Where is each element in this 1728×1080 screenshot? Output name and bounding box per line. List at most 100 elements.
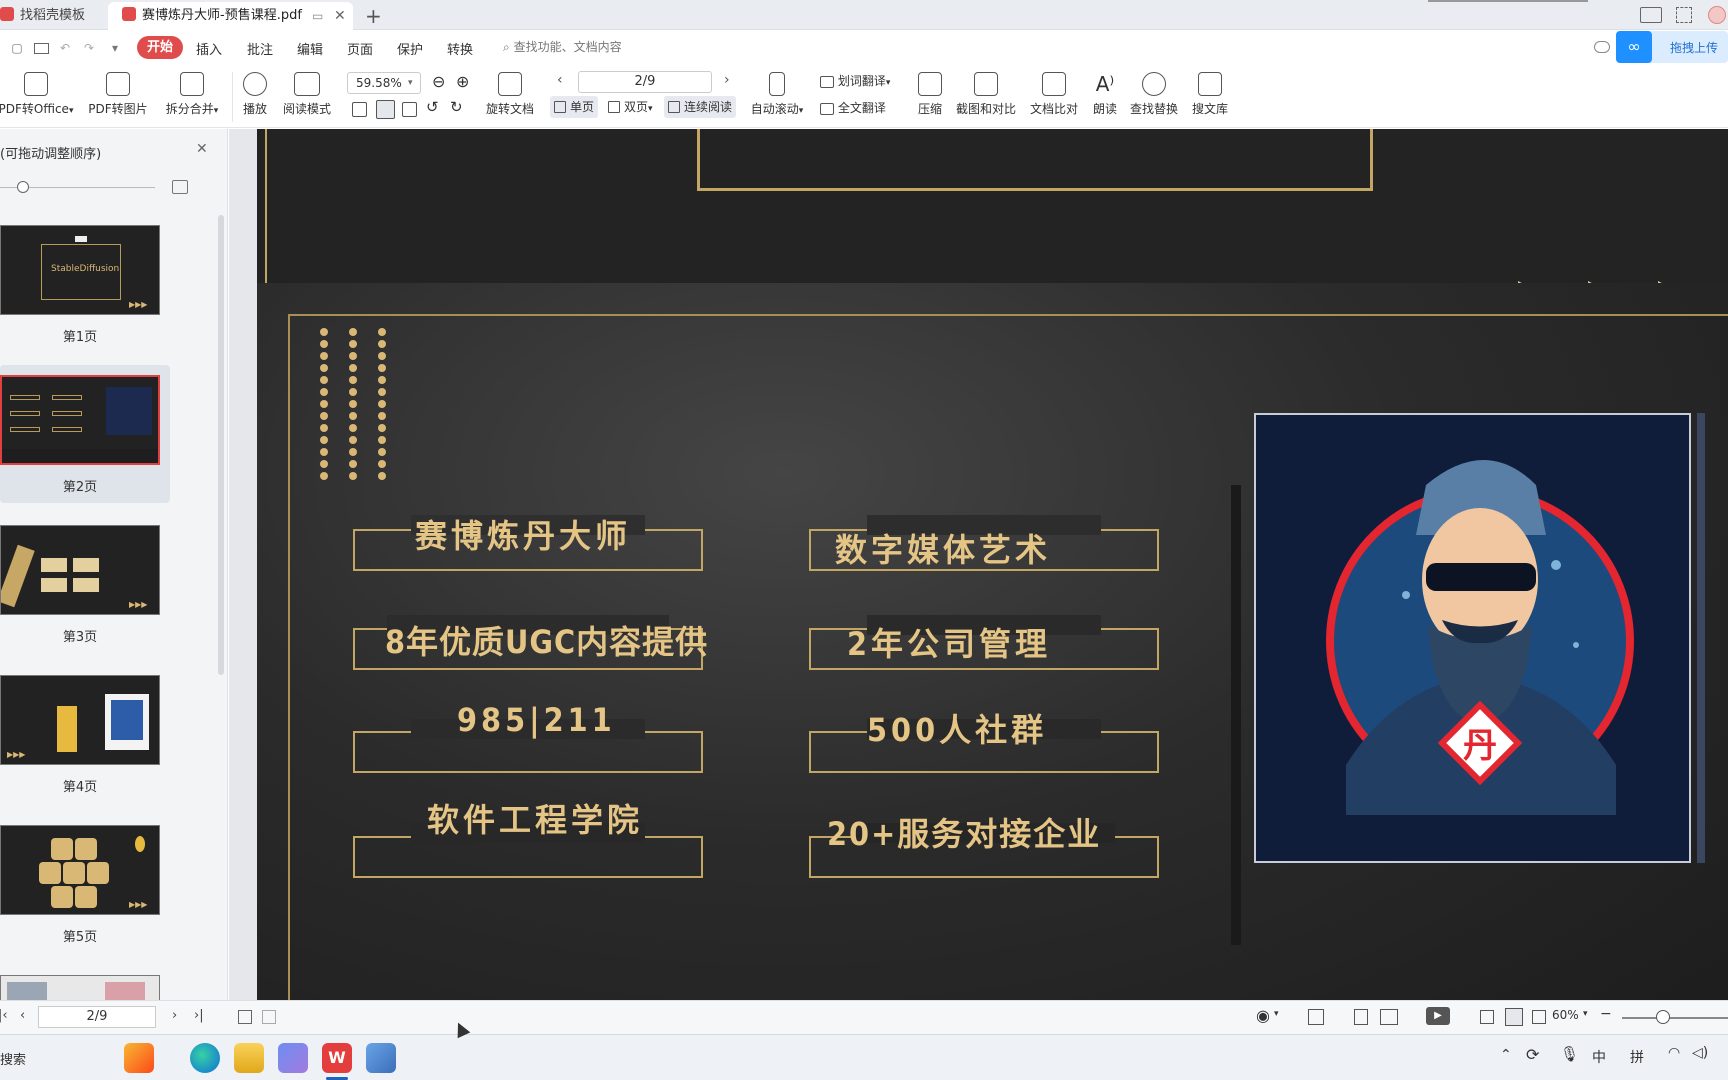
pdf-to-office-button[interactable]: PDF转Office▾: [0, 72, 74, 117]
command-search[interactable]: ⌕ 查找功能、文档内容: [503, 38, 703, 58]
page-thumbnail-4[interactable]: ▶▶▶ 第4页: [0, 665, 170, 803]
ime-language[interactable]: 中: [1592, 1047, 1606, 1067]
fit-page-icon[interactable]: [1505, 1008, 1523, 1026]
rotate-left-icon[interactable]: ↺: [426, 98, 439, 116]
menu-annotate[interactable]: 批注: [247, 39, 273, 58]
prev-page-icon[interactable]: ‹: [557, 72, 563, 88]
zoom-out-icon[interactable]: −: [1600, 1006, 1612, 1022]
fit-page-icon[interactable]: [376, 100, 395, 119]
microphone-icon[interactable]: 🎙︎: [1560, 1045, 1579, 1063]
auto-scroll-button[interactable]: 自动滚动▾: [748, 72, 806, 117]
sidebar-scrollbar[interactable]: [218, 215, 224, 675]
close-icon[interactable]: ✕: [196, 141, 208, 157]
zoom-select[interactable]: 59.58% ▾: [347, 72, 421, 94]
fit-width-icon[interactable]: [402, 102, 417, 117]
zoom-value[interactable]: 60%: [1552, 1008, 1579, 1022]
back-icon[interactable]: [238, 1010, 252, 1024]
find-replace-button[interactable]: 查找替换: [1128, 72, 1180, 117]
app-icon[interactable]: [278, 1043, 308, 1073]
zoom-out-icon[interactable]: ⊖: [432, 72, 445, 91]
close-icon[interactable]: ✕: [334, 2, 346, 30]
fit-width-icon[interactable]: [1532, 1010, 1546, 1024]
app-icon[interactable]: [366, 1043, 396, 1073]
prev-page-icon[interactable]: ‹: [20, 1008, 25, 1023]
page-input[interactable]: 2/9: [578, 71, 712, 93]
cloud-icon[interactable]: [1594, 41, 1610, 53]
menu-page[interactable]: 页面: [347, 39, 373, 58]
rotate-doc-button[interactable]: 旋转文档: [484, 72, 536, 117]
play-button[interactable]: 播放: [240, 72, 270, 117]
thumb-block: [10, 411, 40, 416]
chevron-down-icon[interactable]: ▾: [1274, 1009, 1279, 1019]
layout-icon[interactable]: [1640, 7, 1662, 23]
edge-icon[interactable]: [190, 1043, 220, 1073]
slider-handle[interactable]: [17, 181, 29, 193]
word-translate-button[interactable]: 划词翻译▾: [820, 72, 890, 89]
zoom-slider-handle[interactable]: [1656, 1010, 1670, 1024]
zoom-in-icon[interactable]: ⊕: [456, 72, 469, 91]
pin-icon[interactable]: ▭: [312, 2, 323, 30]
last-page-icon[interactable]: ›|: [194, 1008, 204, 1023]
continuous-view-icon[interactable]: [1308, 1009, 1324, 1025]
read-aloud-button[interactable]: A⁾ 朗读: [1090, 72, 1120, 117]
sync-icon[interactable]: ⟳: [1526, 1045, 1539, 1064]
full-translate-button[interactable]: 全文翻译: [820, 99, 886, 116]
continuous-read-toggle[interactable]: 连续阅读: [664, 96, 737, 118]
chevron-up-icon[interactable]: ⌃: [1500, 1047, 1512, 1063]
search-library-button[interactable]: 搜文库: [1190, 72, 1230, 117]
single-page-icon[interactable]: [1354, 1009, 1368, 1025]
document-viewport[interactable]: 赛博炼丹大师 8年优质UGC内容提供 985|211 软件工程学院 数字媒体艺术…: [229, 129, 1728, 1016]
page-thumbnail-2[interactable]: 第2页: [0, 365, 170, 503]
print-icon[interactable]: [34, 43, 49, 54]
grid-icon[interactable]: [1676, 7, 1692, 23]
redo-icon[interactable]: ↷: [82, 41, 96, 55]
forward-icon[interactable]: [262, 1010, 276, 1024]
page-input[interactable]: 2/9: [38, 1006, 156, 1028]
double-page-icon[interactable]: [1380, 1009, 1398, 1025]
tab-pdf[interactable]: 赛博炼丹大师-预售课程.pdf ▭ ✕: [108, 2, 353, 30]
menu-edit[interactable]: 编辑: [297, 39, 323, 58]
next-page-icon[interactable]: ›: [172, 1008, 177, 1023]
app-widget-icon[interactable]: [124, 1043, 154, 1073]
avatar[interactable]: [1708, 6, 1726, 24]
rotate-right-icon[interactable]: ↻: [450, 98, 463, 116]
taskbar-search[interactable]: 搜索: [0, 1049, 26, 1068]
new-tab-icon[interactable]: +: [365, 4, 382, 28]
play-icon[interactable]: ▶: [1426, 1007, 1450, 1025]
wps-icon[interactable]: W: [322, 1043, 352, 1073]
file-explorer-icon[interactable]: [234, 1043, 264, 1073]
menu-convert[interactable]: 转换: [447, 39, 473, 58]
undo-icon[interactable]: ↶: [58, 41, 72, 55]
chevron-down-icon: ▾: [408, 78, 413, 88]
image-icon[interactable]: [172, 180, 188, 194]
actual-size-icon[interactable]: [352, 102, 367, 117]
eye-protection-icon[interactable]: ◉: [1256, 1006, 1270, 1025]
next-page-icon[interactable]: ›: [724, 72, 730, 88]
page-thumbnail-1[interactable]: StableDiffusion ▶▶▶ 第1页: [0, 215, 170, 353]
tab-template[interactable]: 找稻壳模板: [0, 2, 106, 30]
upload-button[interactable]: ∞ 拖拽上传: [1616, 31, 1728, 63]
screenshot-compare-button[interactable]: 截图和对比: [954, 72, 1018, 117]
single-page-toggle[interactable]: 单页: [550, 96, 599, 118]
page-thumbnail-5[interactable]: ▶▶▶ 第5页: [0, 815, 170, 953]
split-merge-button[interactable]: 拆分合并▾: [162, 72, 222, 117]
menu-insert[interactable]: 插入: [196, 39, 222, 58]
avatar-portrait: 丹: [1254, 413, 1691, 863]
zoom-slider[interactable]: [1622, 1017, 1728, 1019]
pdf-to-image-button[interactable]: PDF转图片: [88, 72, 148, 117]
chevron-down-icon[interactable]: ▾: [108, 41, 122, 55]
volume-icon[interactable]: ◁): [1692, 1045, 1708, 1061]
save-icon[interactable]: ▢: [10, 41, 24, 55]
ime-mode[interactable]: 拼: [1630, 1047, 1644, 1067]
menu-protect[interactable]: 保护: [397, 39, 423, 58]
doc-compare-button[interactable]: 文档比对: [1028, 72, 1080, 117]
double-page-toggle[interactable]: 双页▾: [604, 96, 657, 118]
menu-start[interactable]: 开始: [137, 36, 184, 59]
chevron-down-icon[interactable]: ▾: [1583, 1009, 1588, 1019]
compress-button[interactable]: 压缩: [912, 72, 948, 117]
actual-size-icon[interactable]: [1480, 1010, 1494, 1024]
first-page-icon[interactable]: |‹: [0, 1008, 8, 1023]
wifi-icon[interactable]: ◠: [1668, 1045, 1680, 1061]
page-thumbnail-3[interactable]: ▶▶▶ 第3页: [0, 515, 170, 653]
read-mode-button[interactable]: 阅读模式: [282, 72, 332, 117]
